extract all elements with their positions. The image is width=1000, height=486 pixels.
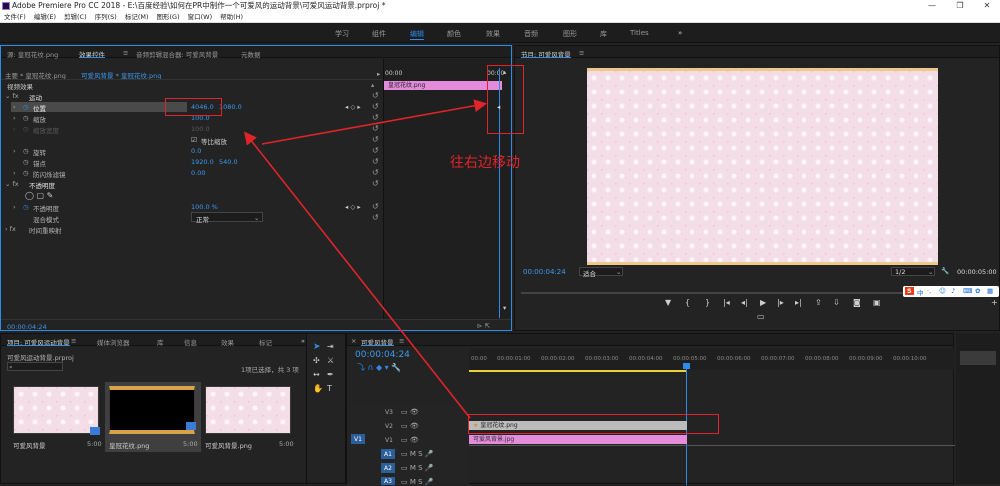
arrow-to-keyframe: [261, 99, 488, 145]
annotation-text: 往右边移动: [450, 155, 520, 171]
arrow-to-position: [244, 131, 471, 419]
annotation-arrows: [244, 99, 488, 419]
